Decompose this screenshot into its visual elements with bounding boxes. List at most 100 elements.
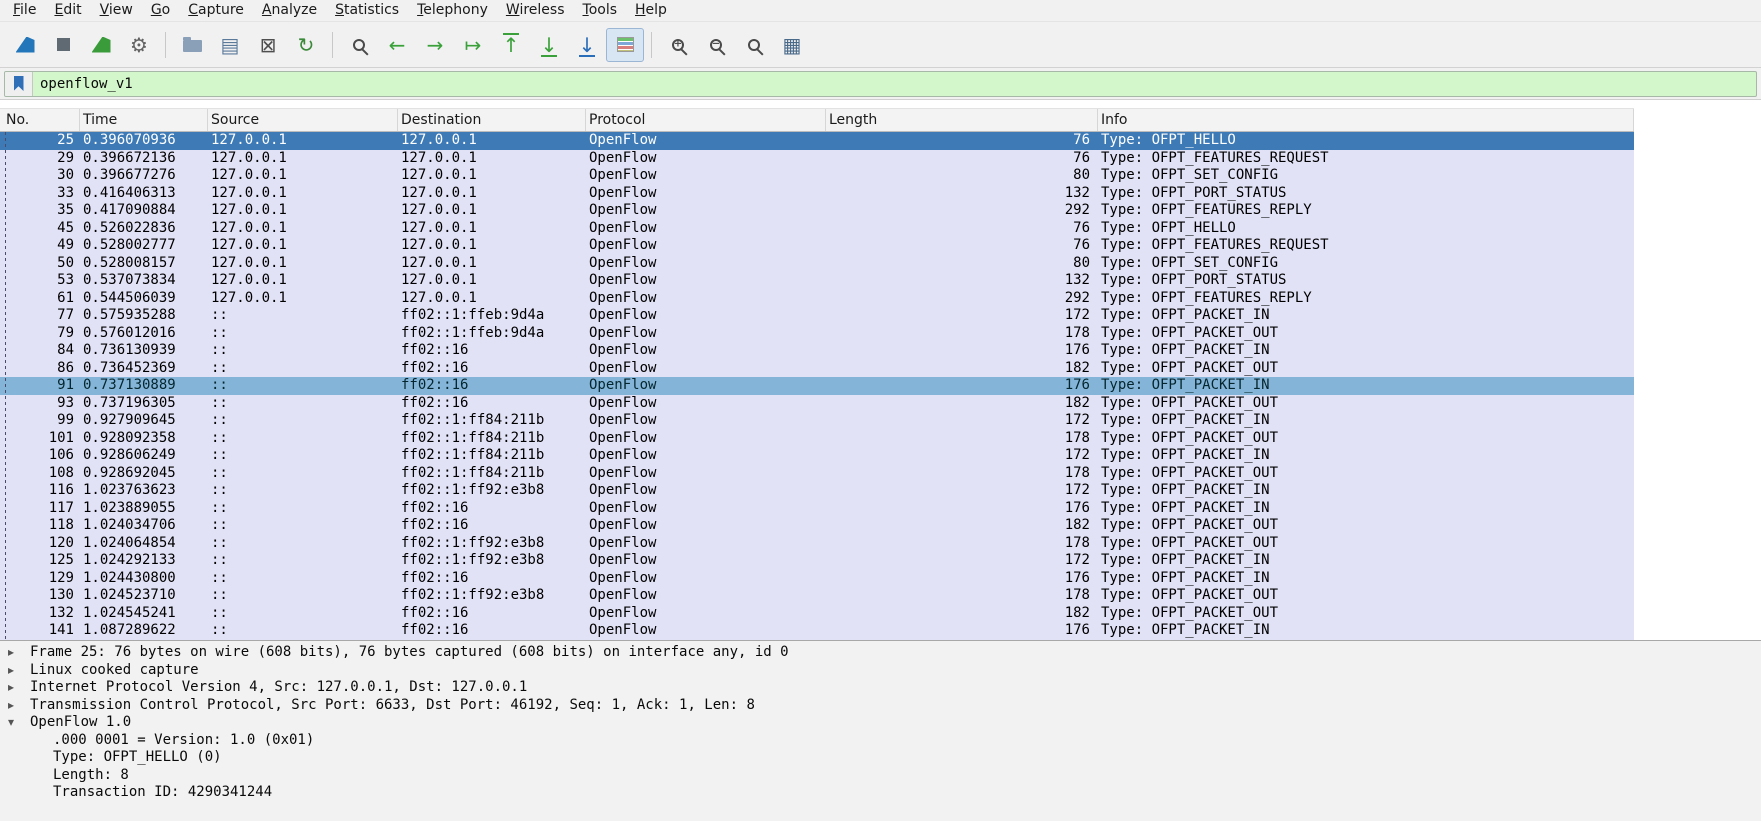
- cell-info: Type: OFPT_PACKET_OUT: [1101, 394, 1279, 411]
- cell-no: 101: [48, 429, 74, 446]
- menu-file[interactable]: File: [4, 0, 45, 22]
- go-back-button[interactable]: ←: [378, 28, 416, 62]
- packet-row-125[interactable]: 125 1.024292133:: ff02::1:ff92:e3b8 OpenFlo…: [0, 552, 1634, 570]
- capture-options-button[interactable]: ⚙: [120, 28, 158, 62]
- packet-row-130[interactable]: 130 1.024523710:: ff02::1:ff92:e3b8 OpenFlo…: [0, 587, 1634, 605]
- menu-edit[interactable]: Edit: [45, 0, 90, 22]
- packet-row-77[interactable]: 77 0.575935288:: ff02::1:ffeb:9d4a OpenFlow…: [0, 307, 1634, 325]
- detail-line[interactable]: .000 0001 = Version: 1.0 (0x01): [0, 732, 1761, 750]
- packet-row-132[interactable]: 132 1.024545241:: ff02::16 OpenFlow 182 Type:…: [0, 604, 1634, 622]
- packet-row-129[interactable]: 129 1.024430800:: ff02::16 OpenFlow 176 Type:…: [0, 569, 1634, 587]
- packet-row-106[interactable]: 106 0.928606249:: ff02::1:ff84:211b OpenFlo…: [0, 447, 1634, 465]
- find-packet-button[interactable]: [340, 28, 378, 62]
- menu-capture[interactable]: Capture: [179, 0, 253, 22]
- packet-row-120[interactable]: 120 1.024064854:: ff02::1:ff92:e3b8 OpenFlo…: [0, 534, 1634, 552]
- collapsed-arrow-icon[interactable]: ▸: [8, 644, 30, 662]
- cell-protocol: OpenFlow: [589, 499, 657, 516]
- packet-row-141[interactable]: 141 1.087289622:: ff02::16 OpenFlow 176 Type:…: [0, 622, 1634, 640]
- go-forward-button[interactable]: →: [416, 28, 454, 62]
- auto-scroll-icon: ↓: [576, 35, 598, 57]
- collapsed-arrow-icon[interactable]: ▸: [8, 679, 30, 697]
- cell-destination: 127.0.0.1: [401, 289, 477, 306]
- column-header-protocol[interactable]: Protocol: [586, 109, 826, 131]
- column-header-time[interactable]: Time: [80, 109, 208, 131]
- detail-text: Internet Protocol Version 4, Src: 127.0.…: [30, 679, 528, 695]
- go-to-packet-icon: ↦: [464, 32, 482, 57]
- packet-row-116[interactable]: 116 1.023763623:: ff02::1:ff92:e3b8 OpenFlo…: [0, 482, 1634, 500]
- detail-line[interactable]: ▸ Frame 25: 76 bytes on wire (608 bits), …: [0, 644, 1761, 662]
- packet-row-86[interactable]: 86 0.736452369:: ff02::16 OpenFlow 182 Type: …: [0, 359, 1634, 377]
- cell-no: 130: [48, 587, 74, 603]
- packet-row-93[interactable]: 93 0.737196305:: ff02::16 OpenFlow 182 Type: …: [0, 394, 1634, 412]
- restart-capture-button[interactable]: [82, 28, 120, 62]
- detail-line[interactable]: Length: 8: [0, 767, 1761, 785]
- packet-row-49[interactable]: 49 0.528002777 127.0.0.1 127.0.0.1 OpenFlow 7…: [0, 237, 1634, 255]
- go-to-packet-button[interactable]: ↦: [454, 28, 492, 62]
- detail-line[interactable]: ▾ OpenFlow 1.0: [0, 714, 1761, 732]
- menu-help[interactable]: Help: [626, 0, 676, 22]
- packet-row-101[interactable]: 101 0.928092358:: ff02::1:ff84:211b OpenFlo…: [0, 429, 1634, 447]
- stop-capture-button[interactable]: [44, 28, 82, 62]
- reload-capture-file-button[interactable]: ↻: [287, 28, 325, 62]
- column-header-destination[interactable]: Destination: [398, 109, 586, 131]
- cell-protocol: OpenFlow: [589, 569, 657, 586]
- zoom-original-button[interactable]: [735, 28, 773, 62]
- save-capture-file-button[interactable]: ▤: [211, 28, 249, 62]
- detail-line[interactable]: Type: OFPT_HELLO (0): [0, 749, 1761, 767]
- packet-row-33[interactable]: 33 0.416406313 127.0.0.1 127.0.0.1 OpenFlow 1…: [0, 184, 1634, 202]
- cell-source: 127.0.0.1: [211, 132, 287, 148]
- expanded-arrow-icon[interactable]: ▾: [8, 714, 30, 732]
- menu-telephony[interactable]: Telephony: [408, 0, 497, 22]
- column-header-info[interactable]: Info: [1098, 109, 1634, 131]
- go-first-packet-button[interactable]: ↑: [492, 28, 530, 62]
- collapsed-arrow-icon[interactable]: ▸: [8, 662, 30, 680]
- packet-row-91[interactable]: 91 0.737130889:: ff02::16 OpenFlow 176 Type: …: [0, 377, 1634, 395]
- go-last-packet-button[interactable]: ↓: [530, 28, 568, 62]
- start-capture-button[interactable]: [6, 28, 44, 62]
- collapsed-arrow-icon[interactable]: ▸: [8, 697, 30, 715]
- reload-capture-file-icon: ↻: [297, 32, 315, 57]
- cell-protocol: OpenFlow: [589, 412, 657, 428]
- packet-row-108[interactable]: 108 0.928692045:: ff02::1:ff84:211b OpenFlo…: [0, 464, 1634, 482]
- packet-row-53[interactable]: 53 0.537073834 127.0.0.1 127.0.0.1 OpenFlow 1…: [0, 272, 1634, 290]
- packet-row-30[interactable]: 30 0.396677276 127.0.0.1 127.0.0.1 OpenFlow 8…: [0, 167, 1634, 185]
- packet-row-45[interactable]: 45 0.526022836 127.0.0.1 127.0.0.1 OpenFlow 7…: [0, 219, 1634, 237]
- column-header-length[interactable]: Length: [826, 109, 1098, 131]
- packet-row-118[interactable]: 118 1.024034706:: ff02::16 OpenFlow 182 Type:…: [0, 517, 1634, 535]
- packet-row-117[interactable]: 117 1.023889055:: ff02::16 OpenFlow 176 Type:…: [0, 499, 1634, 517]
- close-capture-file-button[interactable]: ⊠: [249, 28, 287, 62]
- packet-row-35[interactable]: 35 0.417090884 127.0.0.1 127.0.0.1 OpenFlow 2…: [0, 202, 1634, 220]
- filter-bookmark-button[interactable]: [5, 71, 33, 96]
- menu-analyze[interactable]: Analyze: [253, 0, 326, 22]
- packet-row-99[interactable]: 99 0.927909645:: ff02::1:ff84:211b OpenFlow…: [0, 412, 1634, 430]
- packet-row-61[interactable]: 61 0.544506039 127.0.0.1 127.0.0.1 OpenFlow 2…: [0, 289, 1634, 307]
- menu-view[interactable]: View: [91, 0, 142, 22]
- packet-row-84[interactable]: 84 0.736130939:: ff02::16 OpenFlow 176 Type: …: [0, 342, 1634, 360]
- menu-tools[interactable]: Tools: [574, 0, 627, 22]
- detail-line[interactable]: ▸ Internet Protocol Version 4, Src: 127.0…: [0, 679, 1761, 697]
- packet-row-29[interactable]: 29 0.396672136 127.0.0.1 127.0.0.1 OpenFlow 7…: [0, 149, 1634, 167]
- detail-line[interactable]: ▸ Linux cooked capture: [0, 662, 1761, 680]
- detail-line[interactable]: ▸ Transmission Control Protocol, Src Port…: [0, 697, 1761, 715]
- zoom-in-button[interactable]: +: [659, 28, 697, 62]
- cell-length: 176: [1064, 377, 1090, 393]
- column-header-no[interactable]: No.: [0, 109, 80, 131]
- menu-go[interactable]: Go: [142, 0, 179, 22]
- menu-wireless[interactable]: Wireless: [497, 0, 574, 22]
- packet-row-79[interactable]: 79 0.576012016:: ff02::1:ffeb:9d4a OpenFlow…: [0, 324, 1634, 342]
- resize-columns-button[interactable]: ▦: [773, 28, 811, 62]
- packet-row-25[interactable]: 25 0.396070936 127.0.0.1 127.0.0.1 OpenFlow 7…: [0, 132, 1634, 150]
- open-capture-file-button[interactable]: [173, 28, 211, 62]
- detail-line[interactable]: Transaction ID: 4290341244: [0, 784, 1761, 802]
- cell-destination: ff02::16: [401, 604, 469, 621]
- cell-destination: ff02::16: [401, 569, 469, 586]
- auto-scroll-button[interactable]: ↓: [568, 28, 606, 62]
- display-filter-input[interactable]: [33, 71, 1756, 96]
- menu-statistics[interactable]: Statistics: [326, 0, 408, 22]
- cell-length: 80: [1073, 254, 1090, 271]
- cell-destination: 127.0.0.1: [401, 132, 477, 148]
- colorize-packets-button[interactable]: [606, 27, 644, 62]
- column-header-source[interactable]: Source: [208, 109, 398, 131]
- packet-row-50[interactable]: 50 0.528008157 127.0.0.1 127.0.0.1 OpenFlow 8…: [0, 254, 1634, 272]
- zoom-out-button[interactable]: −: [697, 28, 735, 62]
